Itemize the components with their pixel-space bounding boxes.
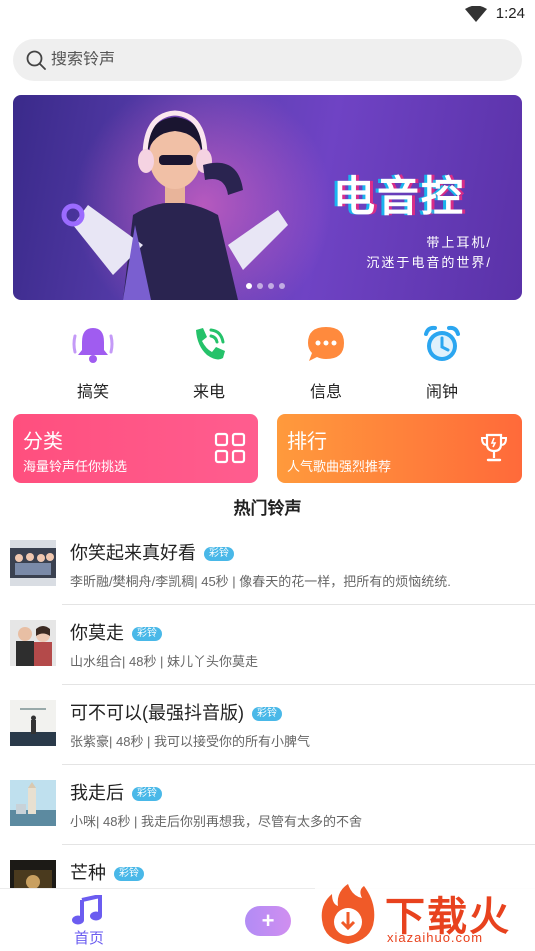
trophy-icon	[480, 433, 508, 462]
carousel-dot[interactable]	[268, 283, 274, 289]
song-title-line: 芒种 彩铃	[70, 859, 144, 885]
status-time: 1:24	[495, 5, 525, 22]
song-meta: 小咪| 48秒 | 我走后你别再想我，尽管有太多的不舍	[70, 814, 363, 829]
banner-person-image	[61, 110, 288, 300]
carousel-dot[interactable]	[279, 283, 285, 289]
carousel-indicator	[246, 283, 285, 289]
carousel-dot[interactable]	[257, 283, 263, 289]
ringback-badge: 彩铃	[132, 787, 162, 802]
search-icon	[26, 50, 46, 70]
search-input[interactable]	[51, 51, 451, 69]
song-cover	[10, 700, 56, 746]
ringback-badge: 彩铃	[114, 867, 144, 882]
song-cover	[10, 780, 56, 826]
section-title: 热门铃声	[233, 499, 302, 518]
ringback-badge: 彩铃	[252, 707, 282, 722]
song-meta: 山水组合| 48秒 | 妹儿丫头你莫走	[70, 654, 259, 669]
message-icon	[308, 327, 344, 361]
watermark: 下载火 xiazaihuo.com	[315, 880, 535, 951]
song-title: 可不可以(最强抖音版)	[70, 703, 244, 723]
song-cover	[10, 540, 56, 586]
phone-icon	[196, 328, 225, 360]
song-title-line: 你莫走 彩铃	[70, 619, 162, 645]
card-subtitle: 人气歌曲强烈推荐	[287, 459, 392, 474]
category-alarm[interactable]: 闹钟	[402, 322, 482, 402]
song-title-line: 你笑起来真好看 彩铃	[70, 539, 234, 565]
song-title-line: 我走后 彩铃	[70, 779, 162, 805]
category-row: 搞笑 来电 信息 闹钟	[0, 322, 535, 402]
category-call[interactable]: 来电	[169, 322, 249, 402]
banner-subtitle-1: 带上耳机/	[426, 235, 492, 250]
card-title: 排行	[287, 431, 327, 453]
song-meta: 张紫豪| 48秒 | 我可以接受你的所有小脾气	[70, 734, 311, 749]
music-note-icon	[72, 895, 102, 925]
plus-icon: +	[261, 908, 275, 933]
song-cover	[10, 620, 56, 666]
ringback-badge: 彩铃	[132, 627, 162, 642]
song-row[interactable]: 我走后 彩铃 小咪| 48秒 | 我走后你别再想我，尽管有太多的不舍	[0, 765, 535, 845]
song-row[interactable]: 你莫走 彩铃 山水组合| 48秒 | 妹儿丫头你莫走	[0, 605, 535, 685]
song-title: 你笑起来真好看	[70, 543, 196, 563]
add-button[interactable]: +	[245, 906, 291, 936]
banner-title: 电音控	[333, 172, 466, 221]
ranking-card[interactable]: 排行 人气歌曲强烈推荐	[277, 414, 522, 483]
song-title: 你莫走	[70, 623, 124, 643]
banner-carousel[interactable]: 电音控 带上耳机/ 沉迷于电音的世界/	[13, 95, 522, 300]
category-funny[interactable]: 搞笑	[53, 322, 133, 402]
song-row[interactable]: 可不可以(最强抖音版) 彩铃 张紫豪| 48秒 | 我可以接受你的所有小脾气	[0, 685, 535, 765]
song-row[interactable]: 你笑起来真好看 彩铃 李昕融/樊桐舟/李凯稠| 45秒 | 像春天的花一样，把所有…	[0, 525, 535, 605]
flame-logo-icon	[321, 884, 375, 944]
song-title: 我走后	[70, 783, 124, 803]
category-label: 闹钟	[425, 384, 458, 401]
category-label: 搞笑	[76, 384, 109, 401]
category-card[interactable]: 分类 海量铃声任你挑选	[13, 414, 258, 483]
category-message[interactable]: 信息	[286, 322, 366, 402]
wifi-icon	[465, 6, 487, 22]
search-bar[interactable]	[13, 39, 522, 81]
nav-home-label: 首页	[74, 930, 105, 947]
card-title: 分类	[23, 431, 63, 453]
ringback-badge: 彩铃	[204, 547, 234, 562]
song-title-line: 可不可以(最强抖音版) 彩铃	[70, 699, 282, 725]
card-subtitle: 海量铃声任你挑选	[23, 459, 128, 474]
carousel-dot[interactable]	[246, 283, 252, 289]
watermark-url: xiazaihuo.com	[387, 930, 484, 945]
grid-icon	[214, 432, 246, 464]
category-label: 来电	[192, 384, 225, 401]
song-meta: 李昕融/樊桐舟/李凯稠| 45秒 | 像春天的花一样，把所有的烦恼统统.	[70, 574, 451, 589]
category-label: 信息	[309, 384, 342, 401]
status-bar: 1:24	[0, 0, 535, 28]
song-title: 芒种	[70, 863, 106, 883]
banner-subtitle-2: 沉迷于电音的世界/	[366, 255, 492, 270]
bell-icon	[72, 328, 114, 363]
alarm-icon	[424, 325, 460, 361]
